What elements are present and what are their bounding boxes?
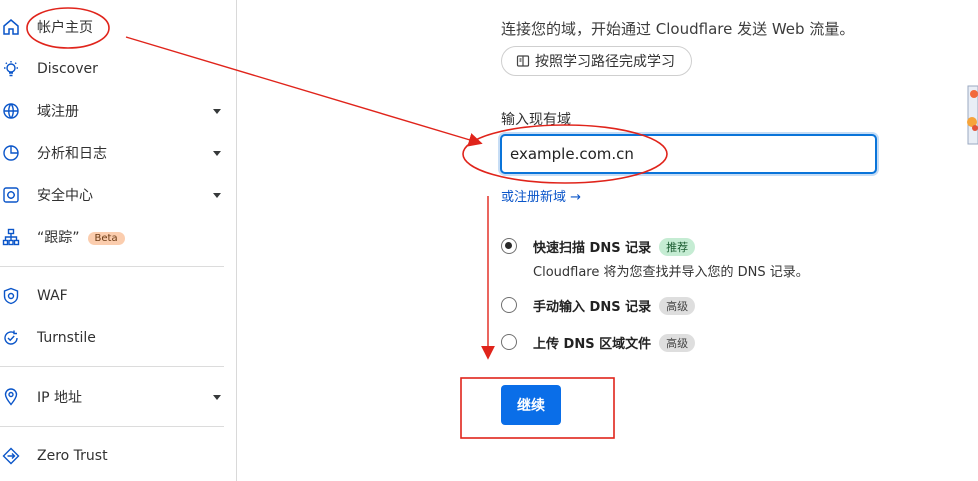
sidebar-item-label: 帐户主页 (37, 20, 93, 36)
home-icon (1, 17, 21, 37)
chevron-down-icon[interactable] (213, 108, 221, 114)
sitemap-icon (1, 227, 21, 247)
globe-icon (1, 101, 21, 121)
sidebar-item-discover[interactable]: Discover (0, 52, 236, 86)
lightbulb-icon (1, 59, 21, 79)
sidebar-divider (0, 426, 224, 427)
option-label: 手动输入 DNS 记录 (533, 299, 652, 315)
chevron-down-icon[interactable] (213, 192, 221, 198)
book-icon (516, 55, 530, 67)
option-label: 上传 DNS 区域文件 (533, 336, 652, 352)
sidebar-item-turnstile[interactable]: Turnstile (0, 321, 236, 355)
advanced-badge: 高级 (659, 333, 696, 352)
sidebar-item-account-home[interactable]: 帐户主页 (0, 10, 236, 44)
option-manual-entry[interactable]: 手动输入 DNS 记录 高级 (501, 296, 696, 315)
option-label: 快速扫描 DNS 记录 (533, 240, 652, 256)
chevron-down-icon[interactable] (213, 150, 221, 156)
learning-path-button[interactable]: 按照学习路径完成学习 (501, 46, 692, 76)
zero-trust-icon (1, 446, 21, 466)
sidebar-item-label: “跟踪” Beta (37, 227, 125, 247)
sidebar-item-label: IP 地址 (37, 390, 83, 406)
sidebar-item-domain-registration[interactable]: 域注册 (0, 94, 236, 128)
sidebar-item-trace[interactable]: “跟踪” Beta (0, 220, 236, 254)
option-upload-zone-file[interactable]: 上传 DNS 区域文件 高级 (501, 333, 696, 352)
pie-chart-icon (1, 143, 21, 163)
location-pin-icon (1, 387, 21, 407)
decorative-illustration (960, 82, 978, 162)
option-description: Cloudflare 将为您查找并导入您的 DNS 记录。 (533, 265, 809, 280)
sidebar-item-label: WAF (37, 288, 68, 304)
sidebar-item-label: 域注册 (37, 104, 79, 120)
beta-badge: Beta (87, 232, 125, 245)
turnstile-icon (1, 328, 21, 348)
radio-quick-scan[interactable] (501, 238, 517, 254)
domain-input[interactable] (500, 134, 877, 174)
sidebar-item-analytics-logs[interactable]: 分析和日志 (0, 136, 236, 170)
sidebar: 帐户主页 Discover 域注册 分析和日志 安全中心 “跟踪” Beta W… (0, 0, 237, 481)
sidebar-item-label: 分析和日志 (37, 146, 107, 162)
sidebar-item-ip-addresses[interactable]: IP 地址 (0, 380, 236, 414)
sidebar-divider (0, 366, 224, 367)
sidebar-item-label: 安全中心 (37, 188, 93, 204)
sidebar-item-security-center[interactable]: 安全中心 (0, 178, 236, 212)
page-subtitle: 连接您的域，开始通过 Cloudflare 发送 Web 流量。 (501, 20, 855, 38)
sidebar-item-waf[interactable]: WAF (0, 279, 236, 313)
recommended-badge: 推荐 (659, 237, 696, 256)
main-content: 连接您的域，开始通过 Cloudflare 发送 Web 流量。 按照学习路径完… (238, 0, 978, 481)
register-new-domain-link[interactable]: 或注册新域 → (501, 186, 581, 205)
radio-manual-entry[interactable] (501, 297, 517, 313)
chevron-down-icon[interactable] (213, 394, 221, 400)
option-quick-scan[interactable]: 快速扫描 DNS 记录 推荐 (501, 237, 696, 256)
learning-path-label: 按照学习路径完成学习 (535, 54, 675, 70)
sidebar-item-label: Turnstile (37, 330, 96, 346)
sidebar-divider (0, 266, 224, 267)
advanced-badge: 高级 (659, 296, 696, 315)
radio-upload-zone-file[interactable] (501, 334, 517, 350)
sidebar-item-label: Discover (37, 61, 98, 77)
shield-gear-icon (1, 286, 21, 306)
domain-field-label: 输入现有域 (501, 112, 571, 128)
sidebar-item-label: Zero Trust (37, 448, 108, 464)
security-center-icon (1, 185, 21, 205)
continue-button[interactable]: 继续 (501, 385, 561, 425)
sidebar-item-zero-trust[interactable]: Zero Trust (0, 439, 236, 473)
